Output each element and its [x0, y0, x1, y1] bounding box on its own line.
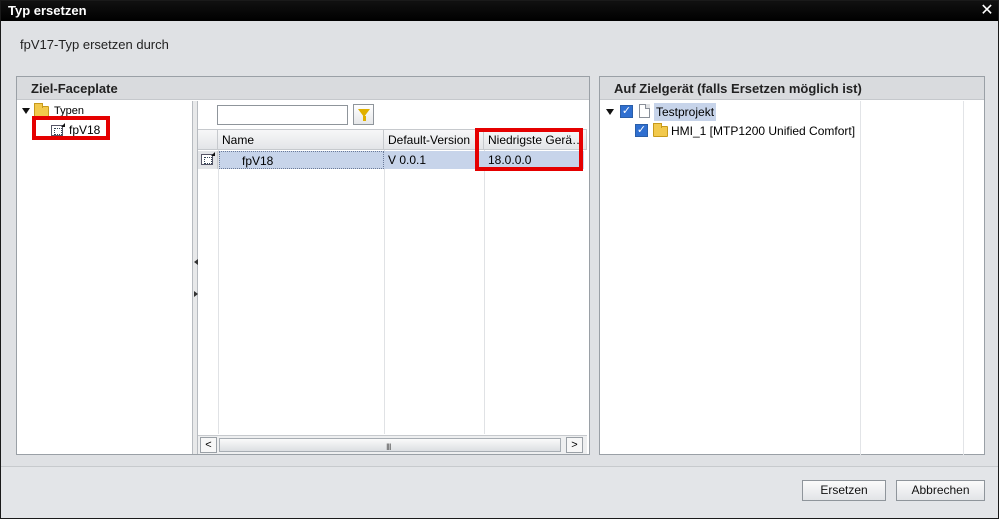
search-input[interactable] [217, 105, 348, 125]
scroll-left-button[interactable]: < [200, 437, 217, 453]
grip-icon: III [386, 442, 391, 452]
target-device-panel: Auf Zielgerät (falls Ersetzen möglich is… [599, 76, 985, 455]
table-row[interactable]: fpV18 V 0.0.1 18.0.0.0 [198, 151, 587, 169]
tree-item-label: fpV18 [69, 123, 101, 137]
type-table: Name Default-Version Niedrigste Gerä… fp… [198, 129, 587, 454]
expand-arrow-icon[interactable] [22, 108, 30, 114]
row-header[interactable] [198, 151, 218, 169]
tree-item-label: Typen [54, 105, 84, 117]
target-faceplate-header: Ziel-Faceplate [17, 77, 589, 100]
horizontal-scrollbar[interactable]: < III > [198, 435, 587, 454]
tree-item-hmi1[interactable]: ✓ HMI_1 [MTP1200 Unified Comfort] [604, 122, 859, 140]
tree-item-testprojekt[interactable]: ✓ Testprojekt [604, 103, 854, 121]
tree-item-typen[interactable]: Typen [19, 102, 129, 120]
replace-button[interactable]: Ersetzen [802, 480, 886, 501]
hmi1-checkbox[interactable]: ✓ [635, 124, 648, 137]
faceplate-icon [201, 154, 213, 165]
window-title: Typ ersetzen [8, 3, 87, 18]
type-tree: Typen fpV18 [19, 101, 191, 454]
cell-default-version[interactable]: V 0.0.1 [384, 151, 484, 169]
folder-icon [653, 123, 668, 137]
faceplate-icon [51, 125, 63, 136]
cancel-button[interactable]: Abbrechen [896, 480, 985, 501]
column-header-default-version[interactable]: Default-Version [384, 130, 484, 150]
target-faceplate-panel: Ziel-Faceplate Typen fpV18 Name Default-… [16, 76, 590, 455]
scroll-right-button[interactable]: > [566, 437, 583, 453]
tree-item-fpv18[interactable]: fpV18 [19, 121, 129, 139]
expand-arrow-icon[interactable] [606, 109, 614, 115]
column-header-name[interactable]: Name [218, 130, 384, 150]
target-device-header: Auf Zielgerät (falls Ersetzen möglich is… [600, 77, 984, 100]
table-header: Name Default-Version Niedrigste Gerä… [198, 130, 587, 150]
testprojekt-checkbox[interactable]: ✓ [620, 105, 633, 118]
cell-name[interactable]: fpV18 [219, 151, 384, 169]
close-icon[interactable]: ✕ [977, 2, 997, 20]
type-grid-area: Name Default-Version Niedrigste Gerä… fp… [198, 101, 589, 454]
filter-button[interactable] [353, 104, 374, 125]
dialog-footer: Ersetzen Abbrechen [1, 466, 998, 518]
document-icon [639, 104, 650, 118]
title-bar: Typ ersetzen ✕ [1, 1, 998, 21]
tree-item-label: HMI_1 [MTP1200 Unified Comfort] [671, 124, 856, 138]
folder-icon [34, 103, 49, 117]
scroll-thumb[interactable]: III [219, 438, 561, 452]
cell-min-device-version[interactable]: 18.0.0.0 [484, 151, 584, 169]
row-header-corner [198, 130, 218, 150]
tree-item-label: Testprojekt [654, 103, 717, 121]
column-header-min-device-version[interactable]: Niedrigste Gerä… [484, 130, 587, 150]
replace-type-dialog: Typ ersetzen ✕ fpV17-Typ ersetzen durch … [0, 0, 999, 519]
dialog-heading: fpV17-Typ ersetzen durch [20, 37, 169, 52]
